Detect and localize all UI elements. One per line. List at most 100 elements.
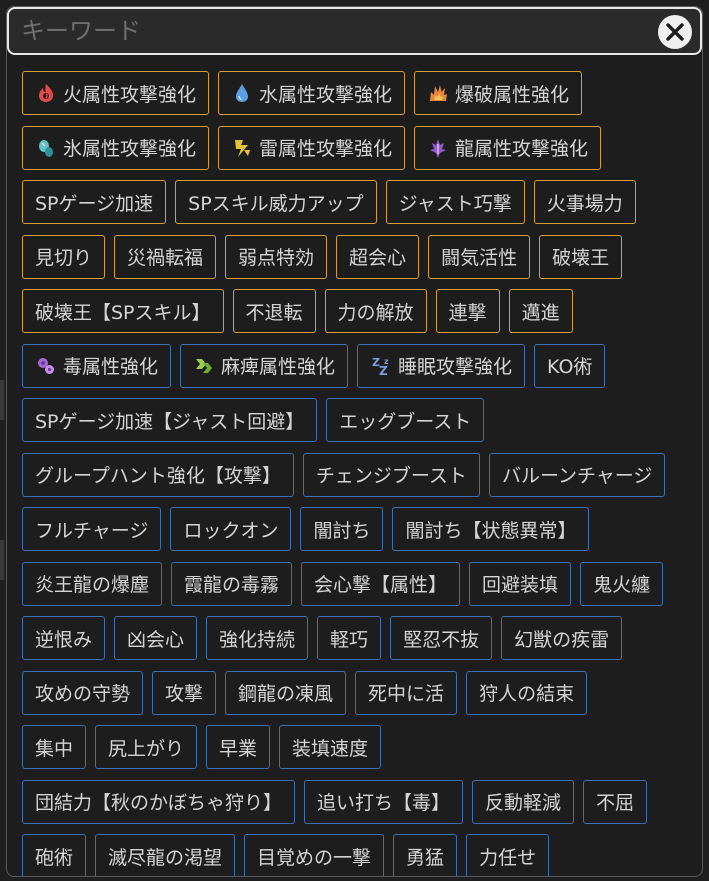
skill-chip-label: 災禍転福: [127, 247, 204, 269]
skill-chip-label: 攻めの守勢: [35, 683, 131, 705]
skill-chip-label: ジャスト巧撃: [398, 192, 512, 215]
chip-row: 氷属性攻撃強化 雷属性攻撃強化 龍属性攻撃強化: [22, 125, 702, 170]
skill-chip[interactable]: フルチャージ: [22, 507, 162, 551]
skill-chip[interactable]: 勇猛: [393, 834, 458, 876]
skill-chip[interactable]: 力の解放: [324, 289, 427, 333]
skill-chip[interactable]: 邁進: [508, 289, 573, 333]
skill-chip[interactable]: 目覚めの一撃: [244, 834, 385, 876]
skill-chip-label: 追い打ち【毒】: [317, 792, 451, 814]
chip-row: 団結力【秋のかぼちゃ狩り】 追い打ち【毒】 反動軽減 不屈: [22, 779, 702, 824]
chip-row: 火属性攻撃強化 水属性攻撃強化 爆破属性強化: [22, 71, 702, 115]
skill-chip[interactable]: 力任せ: [466, 834, 550, 876]
skill-chip[interactable]: エッグブースト: [326, 398, 485, 442]
skill-chip[interactable]: 水属性攻撃強化: [218, 71, 406, 115]
skill-chip[interactable]: 見切り: [22, 234, 106, 279]
skill-chip-label: 麻痺属性強化: [221, 356, 336, 378]
skill-chip[interactable]: 闇討ち: [300, 507, 384, 551]
search-input[interactable]: [21, 13, 621, 49]
skill-chip[interactable]: SPゲージ加速: [22, 180, 167, 224]
skill-chip[interactable]: 不屈: [583, 779, 648, 824]
skill-chip-label: ロックオン: [183, 519, 279, 542]
skill-chip-label: 団結力【秋のかぼちゃ狩り】: [35, 792, 283, 814]
skill-chip-label: 攻撃: [165, 683, 204, 705]
skill-chip[interactable]: 凶会心: [114, 616, 198, 660]
skill-chip-label: SPゲージ加速: [35, 192, 154, 215]
skill-chip[interactable]: 連撃: [435, 289, 500, 333]
skill-chip[interactable]: 鋼龍の凍風: [225, 670, 347, 715]
skill-chip[interactable]: 攻撃: [152, 670, 217, 715]
skill-chip[interactable]: 会心撃【属性】: [301, 561, 461, 606]
chip-row: 攻めの守勢 攻撃 鋼龍の凍風 死中に活 狩人の結束: [22, 670, 702, 715]
skill-chip[interactable]: 龍属性攻撃強化: [414, 125, 602, 170]
skill-chip-label: 滅尽龍の渇望: [108, 846, 223, 869]
sleep-icon: ZZz: [370, 355, 392, 377]
skill-chip[interactable]: 団結力【秋のかぼちゃ狩り】: [22, 779, 296, 824]
skill-chip[interactable]: 追い打ち【毒】: [304, 779, 464, 824]
skill-chip[interactable]: 超会心: [336, 234, 420, 279]
skill-chip[interactable]: 闇討ち【状態異常】: [392, 507, 590, 551]
skill-chip[interactable]: 毒属性強化: [22, 343, 172, 388]
skill-chip[interactable]: 装填速度: [279, 725, 382, 769]
skill-chip[interactable]: 早業: [206, 725, 271, 769]
skill-chip[interactable]: 死中に活: [355, 670, 458, 715]
skill-chip-label: 砲術: [35, 846, 74, 869]
skill-chip-label: 幻獣の疾雷: [514, 628, 610, 651]
skill-chip-label: 破壊王【SPスキル】: [35, 301, 211, 324]
skill-chip[interactable]: 麻痺属性強化: [180, 343, 349, 388]
skill-chip[interactable]: 集中: [22, 725, 87, 769]
skill-chip[interactable]: 攻めの守勢: [22, 670, 144, 715]
skill-chip[interactable]: 軽巧: [317, 616, 382, 660]
skill-chip[interactable]: 砲術: [22, 834, 87, 876]
clear-button[interactable]: [658, 15, 692, 49]
skill-chip[interactable]: 災禍転福: [114, 234, 217, 279]
search-bar: [7, 7, 702, 55]
skill-chip[interactable]: 幻獣の疾雷: [501, 616, 623, 660]
skill-chip[interactable]: ロックオン: [170, 507, 292, 551]
water-drop-icon: [231, 82, 253, 104]
skill-chip[interactable]: バルーンチャージ: [488, 452, 666, 497]
skill-chip[interactable]: 炎王龍の爆塵: [22, 561, 163, 606]
skill-chip[interactable]: 弱点特効: [225, 234, 328, 279]
skill-chip-label: 堅忍不抜: [403, 628, 480, 651]
skill-chip[interactable]: 逆恨み: [22, 616, 106, 660]
skill-chip[interactable]: ジャスト巧撃: [385, 180, 525, 224]
skill-chip-label: 雷属性攻撃強化: [259, 138, 393, 160]
skill-chip-label: 早業: [219, 737, 258, 760]
skill-chip[interactable]: 氷属性攻撃強化: [22, 125, 210, 170]
skill-chip-label: 睡眠攻撃強化: [398, 356, 513, 378]
skill-chip[interactable]: チェンジブースト: [302, 452, 480, 497]
skill-chip[interactable]: 強化持続: [206, 616, 309, 660]
skill-chip[interactable]: 破壊王【SPスキル】: [22, 289, 224, 333]
skill-chip[interactable]: 爆破属性強化: [414, 71, 583, 115]
chip-row: SPゲージ加速【ジャスト回避】 エッグブースト: [22, 398, 702, 442]
skill-chip-label: 会心撃【属性】: [314, 574, 448, 596]
skill-chip[interactable]: グループハント強化【攻撃】: [22, 452, 294, 497]
skill-chip[interactable]: 鬼火纏: [580, 561, 664, 606]
skill-chip-label: 霞龍の毒霧: [184, 574, 280, 596]
skill-chip-label: KO術: [547, 356, 593, 378]
chip-row: 毒属性強化 麻痺属性強化 Z Zz 睡眠攻撃強化 KO術: [22, 343, 702, 388]
skill-chip-label: 強化持続: [219, 628, 296, 651]
skill-chip[interactable]: SPゲージ加速【ジャスト回避】: [22, 398, 318, 442]
skill-chip-label: SPスキル威力アップ: [188, 192, 364, 215]
skill-chip-label: 火属性攻撃強化: [63, 83, 197, 106]
skill-chip[interactable]: 火事場力: [533, 180, 636, 224]
skill-chip[interactable]: 闘気活性: [428, 234, 531, 279]
skill-chip[interactable]: Z Zz 睡眠攻撃強化: [357, 343, 526, 388]
svg-text:z: z: [384, 357, 389, 366]
skill-chip[interactable]: 破壊王: [539, 234, 623, 279]
skill-chip-label: 火事場力: [546, 192, 623, 215]
skill-chip[interactable]: SPスキル威力アップ: [175, 180, 377, 224]
skill-chip[interactable]: 反動軽減: [472, 779, 575, 824]
skill-chip[interactable]: 狩人の結束: [466, 670, 588, 715]
skill-chip[interactable]: 霞龍の毒霧: [171, 561, 293, 606]
skill-chip[interactable]: 雷属性攻撃強化: [218, 125, 406, 170]
skill-chip[interactable]: 堅忍不抜: [390, 616, 493, 660]
close-icon: [666, 23, 684, 41]
skill-chip[interactable]: 尻上がり: [95, 725, 198, 769]
skill-chip[interactable]: 不退転: [232, 289, 316, 333]
skill-chip[interactable]: 火属性攻撃強化: [22, 71, 210, 115]
skill-chip[interactable]: KO術: [534, 343, 606, 388]
skill-chip[interactable]: 滅尽龍の渇望: [95, 834, 236, 876]
skill-chip[interactable]: 回避装填: [469, 561, 572, 606]
